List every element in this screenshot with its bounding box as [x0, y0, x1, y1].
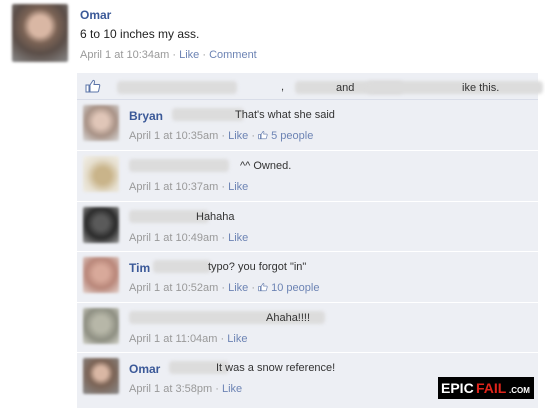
comment-text: typo? you forgot "in" [208, 261, 307, 273]
comment-avatar[interactable] [83, 156, 119, 192]
meta-separator: · [202, 49, 206, 61]
comment-meta: April 1 at 10:49am · Like [129, 232, 248, 244]
comment-like-link[interactable]: Like [228, 130, 248, 142]
comment-like-link[interactable]: Like [227, 333, 247, 345]
post-timestamp[interactable]: April 1 at 10:34am [80, 49, 169, 61]
liker-name-redacted[interactable] [117, 81, 237, 94]
comment-text: It was a snow reference! [216, 362, 336, 374]
meta-separator: · [172, 49, 177, 61]
meta-separator: · [215, 383, 219, 395]
thumbs-up-icon [258, 131, 268, 140]
epicfail-logo: EPIC FAIL .COM [438, 377, 534, 399]
meta-separator: · [221, 181, 226, 193]
post-comment-link[interactable]: Comment [209, 49, 257, 61]
post-like-link[interactable]: Like [179, 49, 199, 61]
comment-meta: April 1 at 10:37am · Like [129, 181, 248, 193]
meta-separator: · [221, 282, 226, 294]
svg-text:EPIC: EPIC [441, 380, 474, 396]
post-author-name[interactable]: Omar [80, 8, 111, 22]
comment-avatar[interactable] [83, 257, 119, 293]
comment-meta: April 1 at 3:58pm · Like [129, 383, 242, 395]
comment-avatar[interactable] [83, 207, 119, 243]
comment: Hahaha April 1 at 10:49am · Like [77, 202, 538, 252]
comment-like-link[interactable]: Like [222, 383, 242, 395]
meta-separator: · [221, 130, 226, 142]
comment: Tim typo? you forgot "in" April 1 at 10:… [77, 252, 538, 303]
comment-text: Hahaha [196, 211, 235, 223]
comment-like-link[interactable]: Like [228, 232, 248, 244]
comment: Bryan That's what she said April 1 at 10… [77, 100, 538, 151]
meta-separator: · [221, 232, 226, 244]
comment-timestamp[interactable]: April 1 at 10:49am [129, 232, 218, 244]
meta-separator: · [251, 130, 255, 142]
svg-text:.COM: .COM [509, 386, 530, 395]
comment-text: That's what she said [235, 109, 335, 121]
comment-text: Ahaha!!!! [266, 312, 311, 324]
comment-meta: April 1 at 10:35am · Like · 5 people [129, 130, 313, 142]
comment-timestamp[interactable]: April 1 at 11:04am [129, 333, 217, 345]
comment: ^^ Owned. April 1 at 10:37am · Like [77, 151, 538, 202]
post-text: 6 to 10 inches my ass. [80, 27, 200, 41]
comment-avatar[interactable] [83, 358, 119, 394]
comment-author[interactable]: Omar [129, 362, 160, 376]
comment-name-redacted [153, 260, 211, 273]
comment-meta: April 1 at 11:04am · Like [129, 333, 247, 345]
comment-likes-count[interactable]: 5 people [271, 130, 313, 142]
meta-separator: · [251, 282, 255, 294]
comment-timestamp[interactable]: April 1 at 10:52am [129, 282, 218, 294]
thumbs-up-icon [258, 283, 268, 292]
comment-author[interactable]: Tim [129, 261, 150, 275]
comment-meta: April 1 at 10:52am · Like · 10 people [129, 282, 319, 294]
comment-likes-count[interactable]: 10 people [271, 282, 319, 294]
comment-like-link[interactable]: Like [228, 282, 248, 294]
post-meta: April 1 at 10:34am · Like · Comment [80, 49, 257, 61]
likes-summary: , and ike this. [77, 73, 543, 100]
comment-name-redacted [172, 108, 244, 121]
comment: Ahaha!!!! April 1 at 11:04am · Like [77, 303, 538, 353]
comment-timestamp[interactable]: April 1 at 10:35am [129, 130, 218, 142]
comment-timestamp[interactable]: April 1 at 10:37am [129, 181, 218, 193]
likes-suffix: ike this. [462, 82, 500, 94]
comments-section: , and ike this. Bryan That's what she sa… [77, 73, 543, 408]
likes-and: and [336, 82, 355, 94]
thumbs-up-icon [85, 79, 101, 93]
likes-comma: , [281, 81, 285, 93]
comment-timestamp[interactable]: April 1 at 3:58pm [129, 383, 212, 395]
comment-name-redacted[interactable] [129, 159, 229, 172]
comment-avatar[interactable] [83, 308, 119, 344]
comment-avatar[interactable] [83, 105, 119, 141]
comment-author[interactable]: Bryan [129, 109, 163, 123]
svg-text:FAIL: FAIL [476, 380, 507, 396]
post-author-avatar[interactable] [12, 4, 68, 62]
meta-separator: · [220, 333, 225, 345]
liker-name-redacted[interactable] [367, 81, 543, 94]
comment-like-link[interactable]: Like [228, 181, 248, 193]
comment-text: ^^ Owned. [240, 160, 292, 172]
